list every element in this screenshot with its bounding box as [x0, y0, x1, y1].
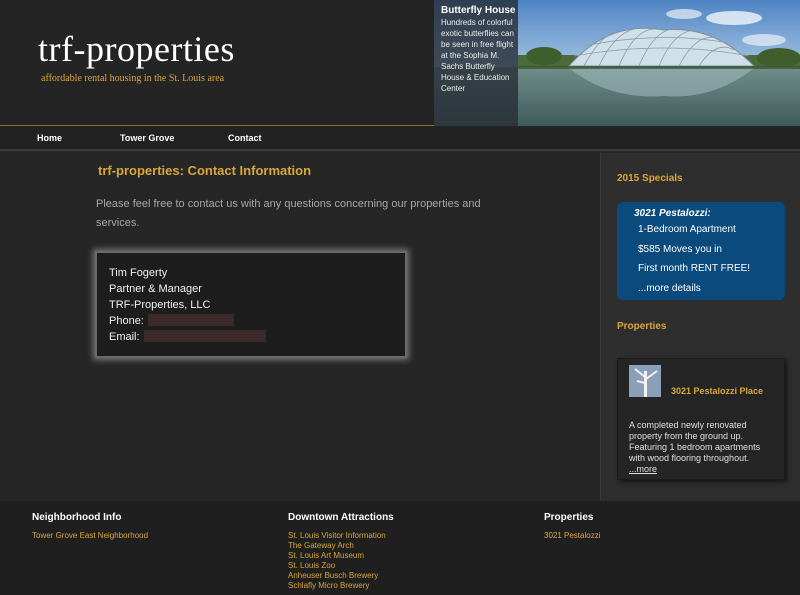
- contact-email-row: Email:: [109, 329, 405, 345]
- hero-caption-text: Hundreds of colorful exotic butterflies …: [441, 18, 514, 93]
- main-content: trf-properties: Contact Information Plea…: [0, 153, 600, 501]
- nav-item-tower-grove[interactable]: Tower Grove: [120, 133, 174, 143]
- contact-name: Tim Fogerty: [109, 267, 168, 279]
- site-header: trf-properties affordable rental housing…: [0, 0, 800, 126]
- special-offer-box[interactable]: 3021 Pestalozzi: 1-Bedroom Apartment $58…: [617, 202, 785, 300]
- footer-link[interactable]: Anheuser Busch Brewery: [288, 571, 394, 581]
- property-name-link[interactable]: 3021 Pestalozzi Place: [629, 386, 769, 397]
- footer-heading: Neighborhood Info: [32, 512, 122, 523]
- contact-company: TRF-Properties, LLC: [109, 299, 211, 311]
- footer-link[interactable]: The Gateway Arch: [288, 541, 394, 551]
- property-more-link[interactable]: ...more: [629, 464, 657, 474]
- footer-link[interactable]: Tower Grove East Neighborhood: [32, 531, 148, 541]
- hero-caption-title: Butterfly House: [441, 5, 516, 16]
- properties-heading: Properties: [617, 321, 667, 332]
- contact-title: Partner & Manager: [109, 283, 202, 295]
- footer-link[interactable]: Schlafly Micro Brewery: [288, 581, 394, 591]
- special-title: 3021 Pestalozzi:: [634, 208, 711, 219]
- footer-link[interactable]: 3021 Pestalozzi: [544, 531, 600, 541]
- property-description-text: A completed newly renovated property fro…: [629, 420, 761, 463]
- property-description: A completed newly renovated property fro…: [629, 420, 774, 475]
- footer-link[interactable]: St. Louis Visitor Information: [288, 531, 394, 541]
- footer-link[interactable]: St. Louis Art Museum: [288, 551, 394, 561]
- footer-link[interactable]: St. Louis Zoo: [288, 561, 394, 571]
- site-title[interactable]: trf-properties: [38, 28, 235, 70]
- site-footer: Neighborhood Info Tower Grove East Neigh…: [0, 501, 800, 595]
- special-line: 1-Bedroom Apartment: [638, 224, 736, 235]
- intro-text: Please feel free to contact us with any …: [96, 198, 481, 229]
- hero-image: Butterfly House Hundreds of colorful exo…: [434, 0, 800, 126]
- redacted-phone: [147, 314, 234, 326]
- contact-phone-row: Phone:: [109, 313, 405, 329]
- special-line: First month RENT FREE!: [638, 263, 751, 274]
- sidebar: 2015 Specials 3021 Pestalozzi: 1-Bedroom…: [600, 153, 800, 501]
- main-nav: Home Tower Grove Contact: [0, 127, 800, 151]
- footer-column-attractions: Downtown Attractions St. Louis Visitor I…: [288, 512, 394, 591]
- contact-email-label: Email:: [109, 331, 140, 343]
- footer-column-properties: Properties 3021 Pestalozzi: [544, 512, 600, 541]
- redacted-email: [143, 330, 266, 342]
- specials-heading: 2015 Specials: [617, 173, 683, 184]
- contact-card: Tim Fogerty Partner & Manager TRF-Proper…: [95, 251, 407, 358]
- footer-heading: Properties: [544, 512, 594, 523]
- property-card: 3021 Pestalozzi Place A completed newly …: [617, 358, 785, 480]
- site-tagline: affordable rental housing in the St. Lou…: [41, 73, 225, 84]
- contact-phone-label: Phone:: [109, 315, 144, 327]
- special-line: $585 Moves you in: [638, 243, 722, 255]
- footer-heading: Downtown Attractions: [288, 512, 394, 523]
- special-more-details-link[interactable]: ...more details: [638, 279, 785, 299]
- hero-caption: Butterfly House Hundreds of colorful exo…: [434, 0, 518, 126]
- nav-item-contact[interactable]: Contact: [228, 133, 262, 143]
- nav-item-home[interactable]: Home: [37, 133, 62, 143]
- footer-column-neighborhood: Neighborhood Info Tower Grove East Neigh…: [32, 512, 148, 541]
- page-title: trf-properties: Contact Information: [98, 163, 312, 178]
